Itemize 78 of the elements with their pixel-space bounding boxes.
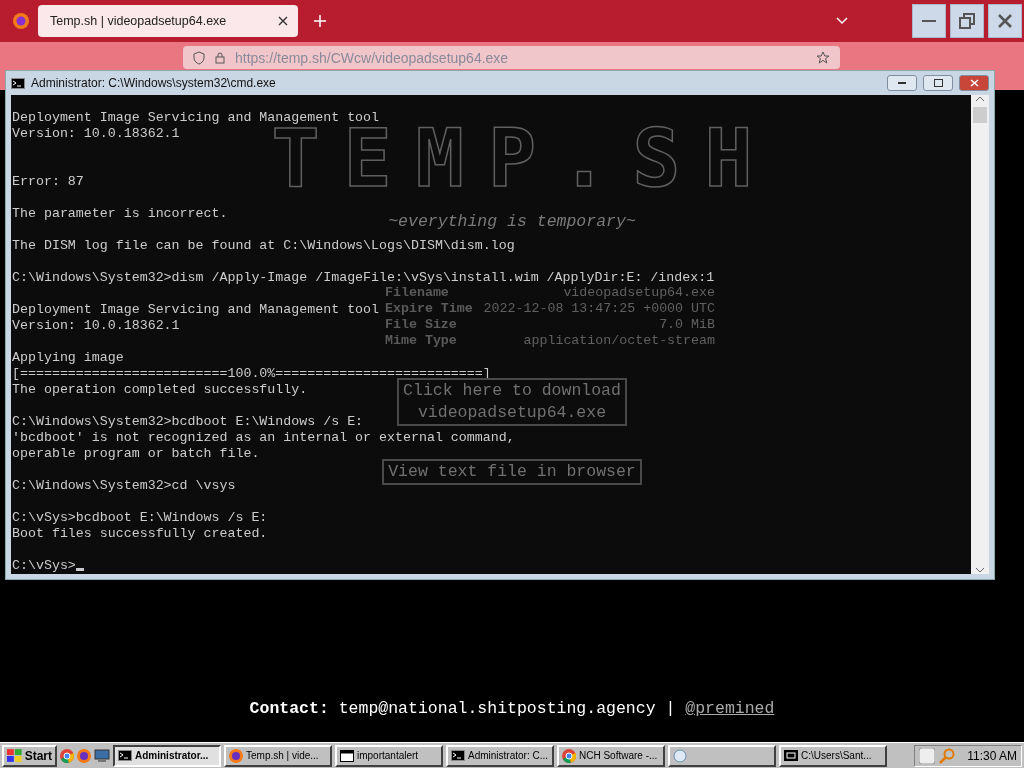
fox-globe-icon	[229, 748, 243, 763]
console-icon	[11, 77, 25, 89]
console-icon	[118, 750, 132, 761]
console-line: The parameter is incorrect.	[12, 206, 228, 221]
console-line: C:\Windows\System32>dism /Apply-Image /ImageFile:\vSys\install.wim /ApplyDir:E: /index:1	[12, 270, 715, 285]
console-line: Version: 10.0.18362.1	[12, 318, 180, 333]
star-icon[interactable]	[816, 50, 830, 65]
minimize-icon	[922, 20, 936, 22]
minimize-icon	[898, 82, 906, 84]
shield-icon[interactable]	[193, 50, 205, 65]
console-line: The DISM log file can be found at C:\Windows\Logs\DISM\dism.log	[12, 238, 515, 253]
window-title: Administrator: C:\Windows\system32\cmd.exe	[31, 76, 276, 90]
chrome-icon	[60, 748, 74, 763]
app-icon	[673, 748, 687, 763]
console-line: Error: 87	[12, 174, 84, 189]
chrome-icon	[562, 748, 576, 763]
close-icon[interactable]	[278, 16, 288, 26]
console-icon	[451, 750, 465, 761]
info-label: Mime Type	[385, 333, 458, 349]
scroll-thumb[interactable]	[973, 107, 987, 123]
taskbar-button[interactable]: importantalert	[335, 744, 443, 767]
scroll-down-icon[interactable]	[975, 566, 985, 574]
info-value: 2022-12-08 13:47:25 +0000 UTC	[482, 301, 715, 317]
console-line: C:\Windows\System32>bcdboot E:\Windows /s E:	[12, 414, 364, 429]
tagline: ~everything is temporary~	[388, 212, 636, 232]
console-prompt: C:\vSys>	[12, 558, 76, 573]
browser-tab[interactable]: Temp.sh | videopadsetup64.exe	[38, 5, 298, 37]
taskbar-button[interactable]: Administrator: C...	[446, 744, 554, 767]
taskbar-button[interactable]	[668, 744, 776, 767]
profile-link[interactable]: @premined	[685, 699, 775, 718]
console-line: Deployment Image Servicing and Management tool	[12, 110, 380, 125]
console-line: Version: 10.0.18362.1	[12, 126, 180, 141]
lock-icon[interactable]	[215, 51, 225, 64]
chevron-down-icon[interactable]	[836, 17, 848, 25]
windows-logo-icon	[7, 749, 22, 762]
info-value: 7.0 MiB	[658, 317, 715, 333]
taskbar-button[interactable]: Administrator...	[113, 744, 221, 767]
maximize-icon	[933, 79, 943, 87]
contact-line: Contact: temp@national.shitposting.agency | @premined	[249, 699, 775, 718]
taskbar-button[interactable]: C:\Users\Sant...	[779, 744, 887, 767]
close-button[interactable]	[988, 4, 1022, 38]
clock: 11:30 AM	[967, 748, 1017, 763]
console-line: C:\vSys>bcdboot E:\Windows /s E:	[12, 510, 268, 525]
scrollbar[interactable]	[971, 95, 989, 574]
console-line: operable program or batch file.	[12, 446, 260, 461]
info-label: Expire Time	[385, 301, 473, 317]
download-button[interactable]: Click here to download videopadsetup64.exe	[397, 378, 627, 426]
taskbar-button[interactable]: NCH Software -...	[557, 744, 665, 767]
plus-icon[interactable]	[314, 15, 326, 27]
start-button[interactable]: Start	[2, 744, 57, 767]
console-line: The operation completed successfully.	[12, 382, 308, 397]
scroll-up-icon[interactable]	[975, 95, 985, 103]
view-text-button[interactable]: View text file in browser	[382, 459, 642, 485]
window-icon	[340, 749, 354, 762]
restore-button[interactable]	[950, 4, 984, 38]
minimize-button[interactable]	[912, 4, 946, 38]
console-line: [==========================100.0%==========================]	[12, 366, 491, 381]
restore-icon	[959, 13, 975, 29]
close-button[interactable]	[959, 75, 989, 91]
text-cursor	[75, 568, 84, 571]
console-line: Applying image	[12, 350, 124, 365]
info-label: File Size	[385, 317, 458, 333]
maximize-button[interactable]	[923, 75, 953, 91]
site-logo: TEMP.SH	[271, 124, 777, 194]
archive-icon	[784, 750, 798, 761]
console-line: Deployment Image Servicing and Management tool	[12, 302, 380, 317]
minimize-button[interactable]	[887, 75, 917, 91]
console-line: C:\Windows\System32>cd \vsys	[12, 478, 236, 493]
console-line: Boot files successfully created.	[12, 526, 268, 541]
info-value: application/octet-stream	[522, 333, 715, 349]
fox-globe-icon	[77, 748, 91, 763]
info-label: Filename	[385, 285, 450, 301]
info-value: videopadsetup64.exe	[562, 285, 715, 301]
console-line: 'bcdboot' is not recognized as an internal or external command,	[12, 430, 515, 445]
taskbar-button[interactable]: Temp.sh | vide...	[224, 744, 332, 767]
close-icon	[997, 13, 1013, 29]
close-icon	[969, 79, 979, 87]
computer-icon[interactable]	[94, 748, 110, 763]
